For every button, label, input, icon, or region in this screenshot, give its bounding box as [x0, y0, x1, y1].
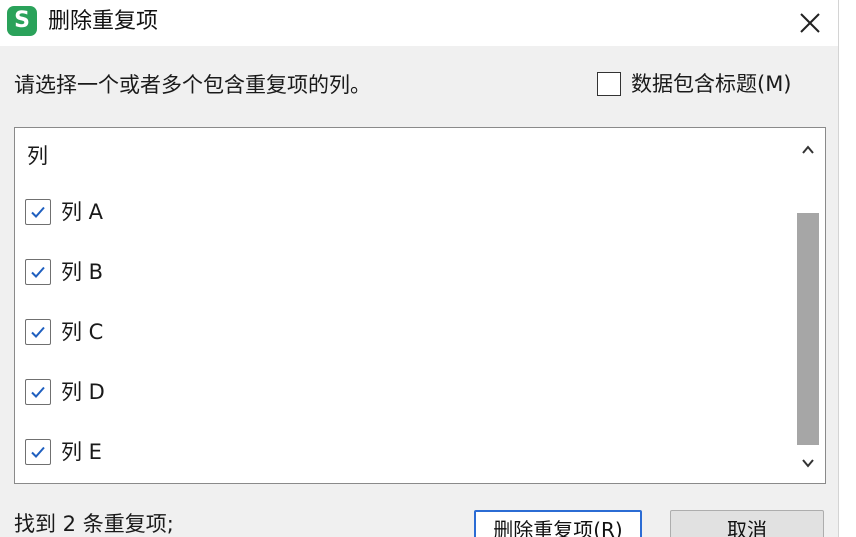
list-item-label: 列 E	[61, 440, 102, 464]
chevron-up-icon	[802, 145, 814, 154]
checkbox-empty-icon[interactable]	[597, 72, 621, 96]
vertical-scrollbar[interactable]	[791, 129, 825, 482]
column-list: 列 列 A 列 B 列 C 列 D 列 E	[14, 127, 826, 484]
scroll-up-button[interactable]	[791, 133, 825, 167]
instruction-text: 请选择一个或者多个包含重复项的列。	[14, 73, 371, 97]
close-icon	[800, 13, 820, 33]
remove-duplicates-button[interactable]: 删除重复项(R)	[474, 510, 642, 537]
checkbox-checked-icon[interactable]	[25, 379, 51, 405]
list-item-column-a[interactable]: 列 A	[25, 198, 103, 226]
checkbox-checked-icon[interactable]	[25, 439, 51, 465]
list-column-header: 列	[27, 144, 48, 168]
list-item-column-b[interactable]: 列 B	[25, 258, 103, 286]
cancel-button[interactable]: 取消	[670, 510, 824, 537]
app-logo-icon: S	[7, 6, 37, 36]
chevron-down-icon	[802, 459, 814, 468]
close-button[interactable]	[796, 9, 824, 37]
title-bar: S 删除重复项	[0, 0, 838, 46]
dialog-title: 删除重复项	[48, 9, 159, 34]
data-has-headers-label[interactable]: 数据包含标题(M)	[631, 70, 792, 98]
list-item-label: 列 C	[61, 320, 104, 344]
list-item-label: 列 A	[61, 200, 104, 224]
checkbox-checked-icon[interactable]	[25, 199, 51, 225]
background-window-edge	[838, 0, 856, 537]
checkbox-checked-icon[interactable]	[25, 259, 51, 285]
checkbox-checked-icon[interactable]	[25, 319, 51, 345]
list-item-column-d[interactable]: 列 D	[25, 378, 105, 406]
list-item-column-c[interactable]: 列 C	[25, 318, 103, 346]
list-item-label: 列 B	[61, 260, 104, 284]
scroll-thumb[interactable]	[797, 213, 819, 445]
duplicates-found-text: 找到 2 条重复项;	[14, 512, 174, 536]
data-has-headers-checkbox[interactable]: 数据包含标题(M)	[597, 70, 792, 98]
remove-duplicates-dialog: S 删除重复项 请选择一个或者多个包含重复项的列。 数据包含标题(M) 列 列 …	[0, 0, 856, 537]
scroll-down-button[interactable]	[791, 446, 825, 480]
list-item-column-e[interactable]: 列 E	[25, 438, 102, 466]
list-item-label: 列 D	[61, 380, 105, 404]
